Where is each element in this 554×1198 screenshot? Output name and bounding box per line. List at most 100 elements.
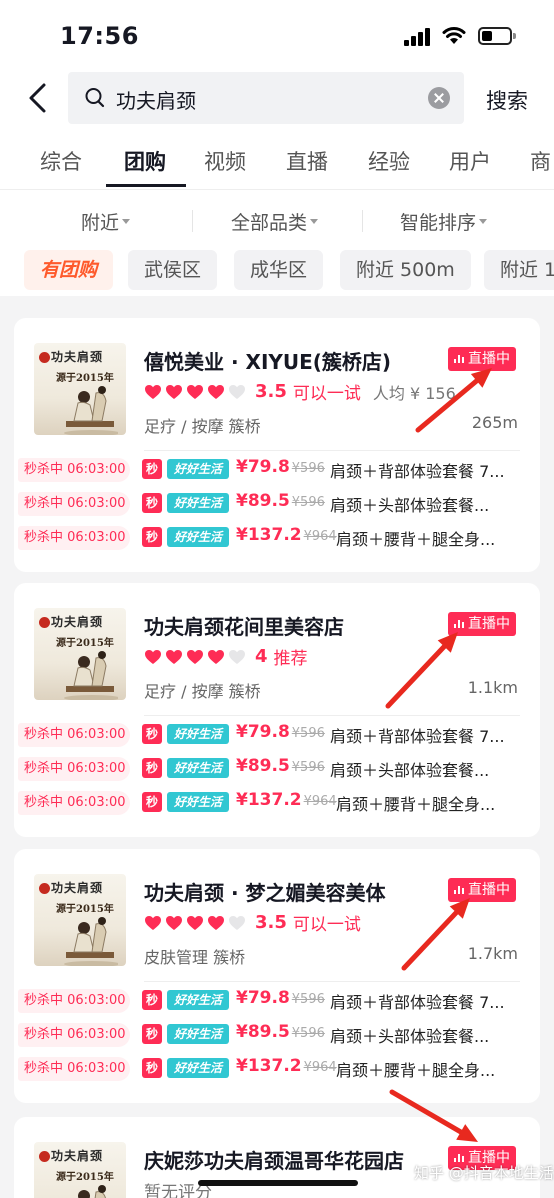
shop-name[interactable]: 功夫肩颈 · 梦之媚美容美体 [144,877,386,906]
original-price: ¥596 [291,726,325,741]
shop-category: 足疗 / 按摩 簇桥 [144,682,261,701]
massage-illustration [62,916,120,966]
shop-name[interactable]: 功夫肩颈花间里美容店 [144,611,344,640]
deal-row[interactable]: 秒杀中 06:03:00 秒 好好生活 ¥89.5 ¥596 肩颈＋头部体验套餐.… [14,756,540,781]
tab-live[interactable]: 直播 [286,146,328,176]
deal-row[interactable]: 秒杀中 06:03:00 秒 好好生活 ¥89.5 ¥596 肩颈＋头部体验套餐.… [14,1022,540,1047]
seckill-tag: 秒 [142,1058,162,1078]
signal-icon [404,28,430,46]
good-life-tag: 好好生活 [167,758,229,778]
heart-icon [207,384,225,400]
deal-price: ¥89.5 ¥596 [236,491,325,511]
rating-score: 4 [255,646,268,667]
deal-row[interactable]: 秒杀中 06:03:00 秒 好好生活 ¥79.8 ¥596 肩颈＋背部体验套餐 … [14,722,540,747]
tab-shop[interactable]: 商 [530,146,551,176]
search-button[interactable]: 搜索 [486,85,528,115]
filter-bar: 附近 全部品类 智能排序 [0,200,554,240]
rating-row: 4 推荐 [144,644,308,669]
massage-illustration [62,385,120,435]
seal-icon [39,352,50,363]
flash-sale-badge: 秒杀中 06:03:00 [18,458,130,482]
good-life-tag: 好好生活 [167,1058,229,1078]
tab-all[interactable]: 综合 [40,146,82,176]
deal-row[interactable]: 秒杀中 06:03:00 秒 好好生活 ¥89.5 ¥596 肩颈＋头部体验套餐.… [14,491,540,516]
rating-verdict: 可以一试 [292,915,361,935]
original-price: ¥964 [303,1060,337,1075]
search-icon [85,88,105,108]
filter-nearby[interactable]: 附近 [81,208,131,235]
thumbnail-brand: 功夫肩颈 [51,1149,104,1163]
heart-icon [186,649,204,665]
rating-row: 3.5 可以一试 [144,910,361,935]
deal-row[interactable]: 秒杀中 06:03:00 秒 好好生活 ¥137.2 ¥964 肩颈＋腰背＋腿全身… [14,525,540,550]
heart-icon [207,915,225,931]
shop-name[interactable]: 庆妮莎功夫肩颈温哥华花园店 [144,1145,404,1174]
seckill-tag: 秒 [142,758,162,778]
caret-down-icon [310,219,319,224]
tab-groupbuy[interactable]: 团购 [124,146,166,176]
shop-thumbnail: 功夫肩颈 源于2015年 [34,343,126,435]
deal-price: ¥79.8 ¥596 [236,722,325,742]
flash-sale-badge: 秒杀中 06:03:00 [18,723,130,747]
tab-users[interactable]: 用户 [449,146,491,176]
deal-price: ¥137.2 ¥964 [236,790,337,810]
status-bar: 17:56 [0,0,554,74]
flash-sale-badge: 秒杀中 06:03:00 [18,1023,130,1047]
chip-wuhou[interactable]: 武侯区 [128,250,218,290]
heart-icon [165,649,183,665]
flash-sale-badge: 秒杀中 06:03:00 [18,757,130,781]
filter-sort[interactable]: 智能排序 [400,208,488,235]
deal-row[interactable]: 秒杀中 06:03:00 秒 好好生活 ¥79.8 ¥596 肩颈＋背部体验套餐 … [14,988,540,1013]
deal-row[interactable]: 秒杀中 06:03:00 秒 好好生活 ¥79.8 ¥596 肩颈＋背部体验套餐 … [14,457,540,482]
chip-nearby-1[interactable]: 附近 1 [484,250,554,290]
seal-icon [39,1151,50,1162]
flash-sale-badge: 秒杀中 06:03:00 [18,1057,130,1081]
heart-icon [228,384,246,400]
divider [362,210,363,232]
chip-row: 有团购 武侯区 成华区 附近 500m 附近 1 [0,250,554,292]
shop-thumbnail: 功夫肩颈 源于2015年 [34,874,126,966]
seal-icon [39,617,50,628]
original-price: ¥596 [291,495,325,510]
heart-icon [207,649,225,665]
shop-distance: 1.1km [467,678,518,697]
seckill-tag: 秒 [142,1024,162,1044]
heart-icon [165,915,183,931]
annotation-arrow [415,368,492,433]
deal-name: 肩颈＋头部体验套餐... [330,1027,490,1046]
original-price: ¥596 [291,461,325,476]
heart-icon [186,384,204,400]
flash-sale-badge: 秒杀中 06:03:00 [18,492,130,516]
annotation-arrow [401,898,470,971]
back-arrow-icon[interactable] [22,80,56,116]
filter-category[interactable]: 全部品类 [231,208,319,235]
chip-groupbuy[interactable]: 有团购 [24,250,114,290]
chip-chenghua[interactable]: 成华区 [234,250,324,290]
deal-row[interactable]: 秒杀中 06:03:00 秒 好好生活 ¥137.2 ¥964 肩颈＋腰背＋腿全身… [14,790,540,815]
heart-icon [144,649,162,665]
deal-name: 肩颈＋头部体验套餐... [330,761,490,780]
original-price: ¥964 [303,794,337,809]
thumbnail-brand: 功夫肩颈 [51,615,104,629]
deal-price: ¥137.2 ¥964 [236,1056,337,1076]
search-query: 功夫肩颈 [116,89,196,113]
chip-nearby-500m[interactable]: 附近 500m [340,250,471,290]
search-input[interactable]: 功夫肩颈 [68,72,464,124]
good-life-tag: 好好生活 [167,493,229,513]
clear-icon[interactable] [428,87,450,109]
heart-icon [165,384,183,400]
shop-name[interactable]: 僖悦美业 · XIYUE(簇桥店) [144,346,391,375]
deal-name: 肩颈＋背部体验套餐 7... [330,993,505,1012]
thumbnail-brand: 功夫肩颈 [51,881,104,895]
rating-verdict: 可以一试 [292,384,361,404]
good-life-tag: 好好生活 [167,724,229,744]
tab-experience[interactable]: 经验 [368,146,410,176]
original-price: ¥964 [303,529,337,544]
shop-category: 足疗 / 按摩 簇桥 [144,417,261,436]
deal-price: ¥89.5 ¥596 [236,756,325,776]
tab-video[interactable]: 视频 [204,146,246,176]
deal-name: 肩颈＋背部体验套餐 7... [330,727,505,746]
flash-sale-badge: 秒杀中 06:03:00 [18,526,130,550]
seckill-tag: 秒 [142,990,162,1010]
original-price: ¥596 [291,1026,325,1041]
